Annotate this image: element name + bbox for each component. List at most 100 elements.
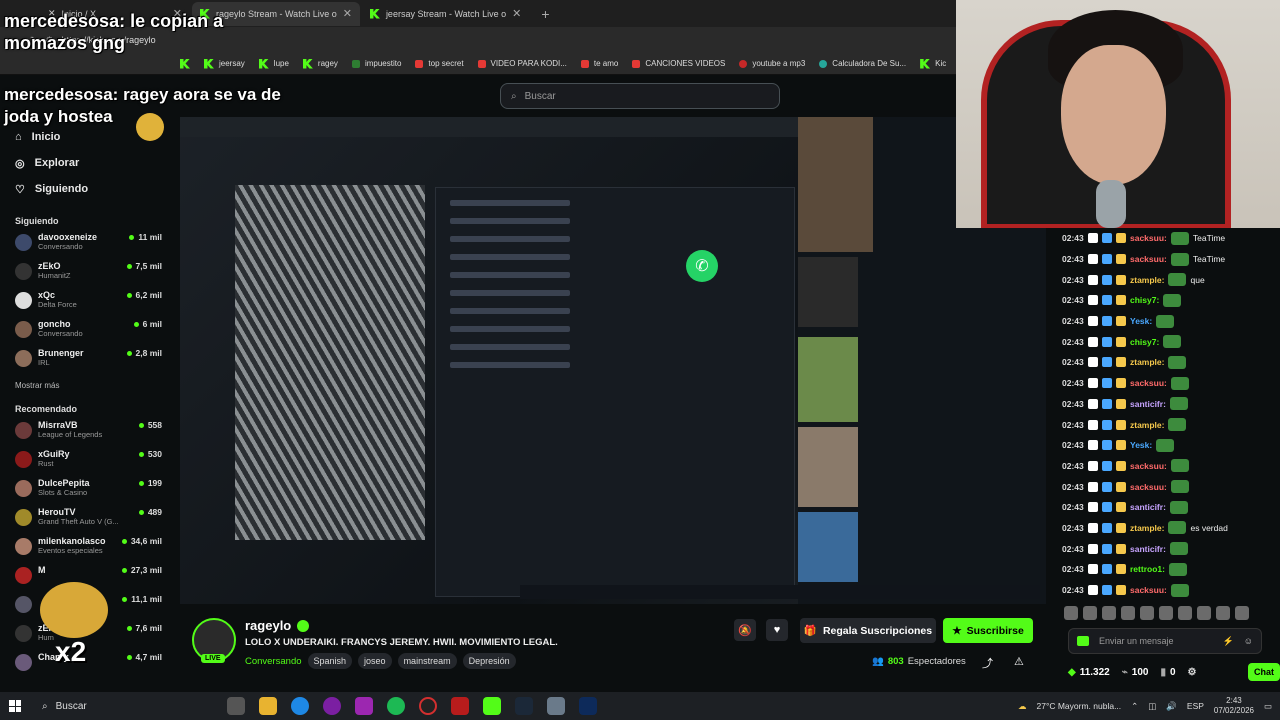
bookmark[interactable]: VIDEO PARA KODI... bbox=[477, 59, 567, 68]
language-indicator[interactable]: ESP bbox=[1187, 701, 1204, 711]
emoji-icon[interactable]: ☺ bbox=[1244, 636, 1253, 646]
chat-username[interactable]: sacksuu: bbox=[1130, 233, 1167, 243]
emote-icon[interactable] bbox=[1216, 606, 1230, 620]
volume-icon[interactable]: 🔊 bbox=[1166, 701, 1177, 712]
spotify-icon[interactable] bbox=[387, 697, 405, 715]
close-tab-icon[interactable]: ✕ bbox=[512, 7, 521, 20]
video-thumbnail bbox=[798, 117, 873, 252]
share-icon[interactable]: ⤴ bbox=[982, 655, 993, 671]
notification-icon[interactable]: ▭ bbox=[1264, 701, 1272, 712]
chat-username[interactable]: sacksuu: bbox=[1130, 482, 1167, 492]
channel-item[interactable]: DulcePepita Slots & Casino 199 bbox=[0, 478, 172, 507]
bookmark[interactable]: CANCIONES VIDEOS bbox=[632, 59, 725, 68]
stream-tag[interactable]: Depresión bbox=[462, 653, 516, 669]
chat-username[interactable]: ztample: bbox=[1130, 523, 1164, 533]
bookmark[interactable]: lupe bbox=[258, 58, 289, 69]
close-tab-icon[interactable]: ✕ bbox=[343, 7, 352, 20]
chat-username[interactable]: sacksuu: bbox=[1130, 461, 1167, 471]
network-icon[interactable]: ◫ bbox=[1148, 701, 1156, 712]
chat-username[interactable]: chisy7: bbox=[1130, 295, 1159, 305]
channel-item[interactable]: MisrraVB League of Legends 558 bbox=[0, 420, 172, 449]
chevron-up-icon[interactable]: ⌃ bbox=[1131, 701, 1138, 712]
chat-username[interactable]: santicifr: bbox=[1130, 502, 1166, 512]
photoshop-icon[interactable] bbox=[579, 697, 597, 715]
stream-category[interactable]: Conversando bbox=[245, 656, 302, 667]
emote-icon[interactable] bbox=[1102, 606, 1116, 620]
channel-item[interactable]: milenkanolasco Eventos especiales 34,6 mil bbox=[0, 536, 172, 565]
bookmark[interactable]: impuestito bbox=[351, 59, 401, 68]
channel-item[interactable]: xQc Delta Force 6,2 mil bbox=[0, 290, 172, 319]
video-app-icon[interactable] bbox=[451, 697, 469, 715]
channel-item[interactable]: HerouTV Grand Theft Auto V (G... 489 bbox=[0, 507, 172, 536]
settings-icon[interactable]: ⚙ bbox=[1188, 667, 1197, 678]
new-tab-button[interactable]: + bbox=[541, 6, 549, 22]
edge-icon[interactable] bbox=[291, 697, 309, 715]
emote-icon[interactable] bbox=[1178, 606, 1192, 620]
nav-siguiendo[interactable]: ♡ Siguiendo bbox=[0, 176, 172, 202]
canva-icon[interactable] bbox=[323, 697, 341, 715]
chat-username[interactable]: Yesk: bbox=[1130, 440, 1152, 450]
bookmark[interactable]: jeersay bbox=[204, 58, 245, 69]
nav-explorar[interactable]: ◎ Explorar bbox=[0, 150, 172, 176]
notifications-off-button[interactable]: 🔕 bbox=[734, 619, 756, 641]
chat-username[interactable]: sacksuu: bbox=[1130, 585, 1167, 595]
search-input[interactable]: ⌕ Buscar bbox=[500, 83, 780, 109]
tool-icon[interactable] bbox=[547, 697, 565, 715]
subscribe-button[interactable]: ★ Suscribirse bbox=[943, 618, 1033, 643]
stream-tag[interactable]: joseo bbox=[358, 653, 392, 669]
emote-icon[interactable] bbox=[1064, 606, 1078, 620]
chat-timestamp: 02:43 bbox=[1062, 502, 1084, 513]
gift-subs-button[interactable]: 🎁 Regala Suscripciones bbox=[800, 618, 936, 643]
bookmark[interactable]: te amo bbox=[580, 59, 618, 68]
emote-icon[interactable] bbox=[1140, 606, 1154, 620]
channel-item[interactable]: xGuiRy Rust 530 bbox=[0, 449, 172, 478]
chat-username[interactable]: chisy7: bbox=[1130, 337, 1159, 347]
chat-username[interactable]: ztample: bbox=[1130, 357, 1164, 367]
points-display[interactable]: ◆ 11.322 bbox=[1068, 667, 1110, 678]
taskbar-search[interactable]: ⌕ Buscar bbox=[30, 701, 220, 712]
bookmark[interactable]: ragey bbox=[302, 58, 338, 69]
chat-username[interactable]: ztample: bbox=[1130, 420, 1164, 430]
emote-icon[interactable] bbox=[1197, 606, 1211, 620]
command-icon[interactable]: ⚡ bbox=[1223, 636, 1234, 647]
follow-button[interactable]: ♥ bbox=[766, 619, 788, 641]
emote-icon[interactable] bbox=[1235, 606, 1249, 620]
emote-icon[interactable] bbox=[1083, 606, 1097, 620]
bookmark[interactable] bbox=[180, 58, 190, 69]
bookmark[interactable]: Calculadora De Su... bbox=[819, 59, 906, 68]
chat-input[interactable]: Enviar un mensaje ⚡ ☺ bbox=[1068, 628, 1262, 654]
chat-username[interactable]: ztample: bbox=[1130, 275, 1164, 285]
stream-tag[interactable]: mainstream bbox=[397, 653, 457, 669]
task-view-icon[interactable] bbox=[227, 697, 245, 715]
chat-username[interactable]: Yesk: bbox=[1130, 316, 1152, 326]
tab-jeersay[interactable]: jeersay Stream - Watch Live o ✕ bbox=[362, 2, 529, 26]
stream-tag[interactable]: Spanish bbox=[307, 653, 353, 669]
emote-icon[interactable] bbox=[1159, 606, 1173, 620]
start-button[interactable] bbox=[0, 700, 30, 712]
bookmark[interactable]: Kic bbox=[920, 58, 946, 69]
chat-username[interactable]: sacksuu: bbox=[1130, 378, 1167, 388]
chat-username[interactable]: sacksuu: bbox=[1130, 254, 1167, 264]
bookmark[interactable]: youtube a mp3 bbox=[739, 59, 805, 68]
discord-icon[interactable] bbox=[355, 697, 373, 715]
bookmark[interactable]: top secret bbox=[415, 59, 464, 68]
show-more-link[interactable]: Mostrar más bbox=[0, 381, 172, 390]
video-player[interactable]: ✆ bbox=[180, 117, 1046, 604]
chrome-icon[interactable] bbox=[419, 697, 437, 715]
steam-icon[interactable] bbox=[515, 697, 533, 715]
weather-text[interactable]: 27°C Mayorm. nubla... bbox=[1037, 701, 1122, 711]
report-icon[interactable]: ⚠ bbox=[1014, 655, 1024, 668]
file-explorer-icon[interactable] bbox=[259, 697, 277, 715]
chat-username[interactable]: santicifr: bbox=[1130, 399, 1166, 409]
clock[interactable]: 2:43 07/02/2026 bbox=[1214, 696, 1254, 716]
chat-send-button[interactable]: Chat bbox=[1248, 663, 1280, 681]
chat-username[interactable]: santicifr: bbox=[1130, 544, 1166, 554]
chat-username[interactable]: rettroo1: bbox=[1130, 564, 1165, 574]
emote-icon[interactable] bbox=[1121, 606, 1135, 620]
kick-app-icon[interactable] bbox=[483, 697, 501, 715]
channel-item[interactable]: Brunenger IRL 2,8 mil bbox=[0, 348, 172, 377]
channel-item[interactable]: davooxeneize Conversando 11 mil bbox=[0, 232, 172, 261]
channel-item[interactable]: goncho Conversando 6 mil bbox=[0, 319, 172, 348]
streamer-name[interactable]: rageylo bbox=[245, 618, 291, 633]
channel-item[interactable]: zEkO HumanitZ 7,5 mil bbox=[0, 261, 172, 290]
